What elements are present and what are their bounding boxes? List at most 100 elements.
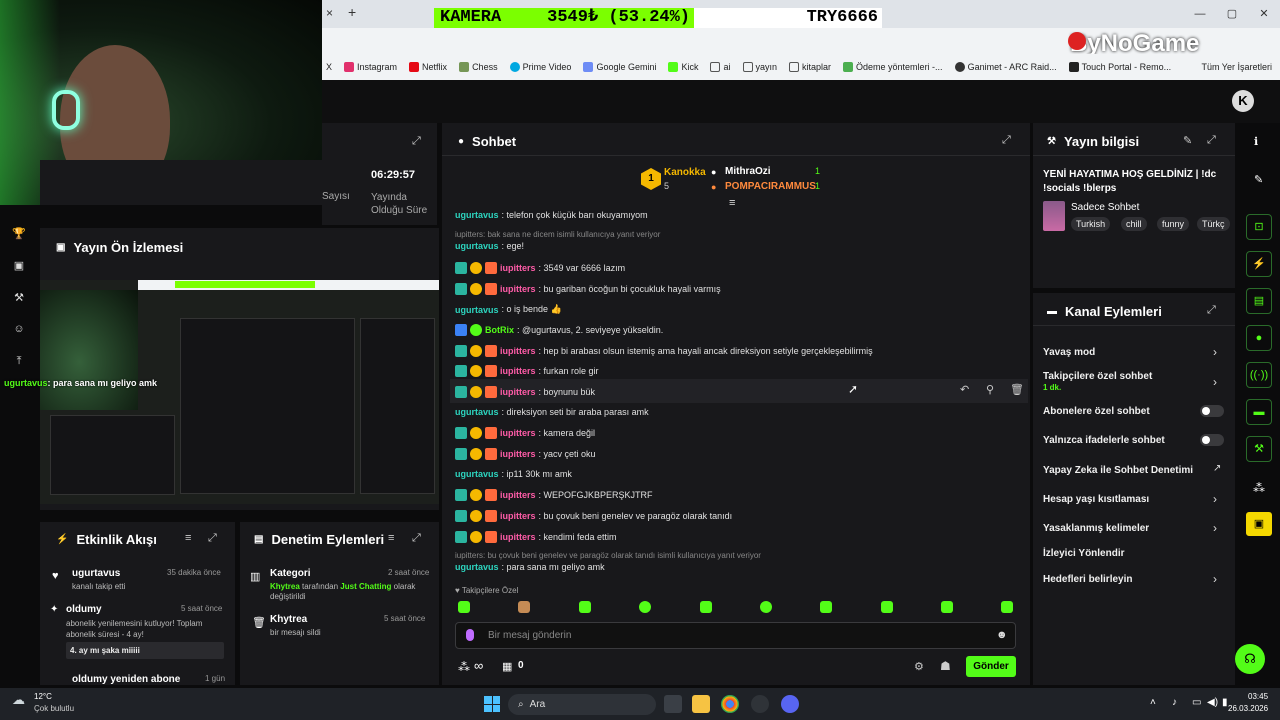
mod-tools-icon[interactable]: ☗ — [940, 659, 951, 673]
activity-user[interactable]: ugurtavus — [72, 568, 120, 579]
action-ai-moderation[interactable]: Yapay Zeka ile Sohbet Denetimi — [1043, 465, 1193, 476]
action-followers-only[interactable]: Takipçilere özel sohbet — [1043, 371, 1152, 382]
action-set-goals[interactable]: Hedefleri belirleyin — [1043, 574, 1132, 585]
filter-icon[interactable]: ≡ — [388, 532, 394, 544]
emote-icon[interactable] — [760, 601, 772, 613]
chevron-right-icon[interactable]: › — [1213, 521, 1217, 535]
chevron-right-icon[interactable]: › — [1213, 492, 1217, 506]
chat-message[interactable]: ugurtavus: direksiyon seti bir araba par… — [455, 407, 649, 417]
clapper-button[interactable]: ▣ — [1246, 512, 1272, 536]
bookmark-touch-portal[interactable]: Touch Portal - Remo... — [1068, 62, 1171, 72]
clock-time[interactable]: 03:45 — [1248, 692, 1268, 701]
emote-icon[interactable] — [820, 601, 832, 613]
info-icon[interactable]: ℹ — [1254, 135, 1258, 148]
action-raid-viewers[interactable]: İzleyici Yönlendir — [1043, 548, 1125, 559]
points-icon[interactable]: ⁂ — [458, 660, 470, 674]
support-headset-button[interactable]: ☊ — [1235, 644, 1265, 674]
chat-message[interactable]: iupitters: bu gariban öcoğun bi çocukluk… — [455, 283, 721, 295]
pin-icon[interactable]: ⚲ — [986, 383, 994, 396]
send-button[interactable]: Gönder — [966, 656, 1016, 677]
bookmark-folder-yayin[interactable]: yayın — [742, 62, 777, 72]
document-button[interactable]: ▤ — [1246, 288, 1272, 314]
delete-icon[interactable]: 🗑 — [1010, 383, 1024, 396]
discord-icon[interactable] — [781, 695, 799, 713]
action-subscribers-only[interactable]: Abonelere özel sohbet — [1043, 406, 1150, 417]
tray-chevron-icon[interactable]: ˄ — [1150, 697, 1156, 708]
chat-message[interactable]: BotRix: @ugurtavus, 2. seviyeye yükseldi… — [455, 324, 663, 336]
chevron-right-icon[interactable]: › — [1213, 345, 1217, 359]
leader-name[interactable]: MithraOzi — [725, 166, 771, 177]
chat-input[interactable]: Bir mesaj gönderin ☻ — [455, 622, 1016, 649]
expand-icon[interactable]: ⤢ — [1002, 134, 1011, 147]
emote-icon[interactable] — [941, 601, 953, 613]
close-window-button[interactable]: ✕ — [1248, 0, 1280, 28]
bookmark-odeme[interactable]: Ödeme yöntemleri -... — [843, 62, 943, 72]
activity-user[interactable]: oldumy — [66, 604, 102, 615]
mic-tray-icon[interactable]: ♪ — [1172, 697, 1177, 708]
task-view-icon[interactable] — [664, 695, 682, 713]
chat-message[interactable]: iupitters: kendimi feda ettim — [455, 531, 617, 543]
tag-chip[interactable]: Turkish — [1071, 217, 1111, 231]
trophy-icon[interactable]: 🏆 — [12, 227, 26, 241]
expand-icon[interactable]: ⤢ — [412, 532, 421, 545]
file-explorer-icon[interactable] — [692, 695, 710, 713]
bookmark-netflix[interactable]: Netflix — [409, 62, 447, 72]
video-icon[interactable]: ▣ — [12, 259, 26, 273]
mod-title[interactable]: Khytrea — [270, 614, 307, 625]
network-icon[interactable]: ▭ — [1192, 697, 1201, 708]
users-icon[interactable]: ☺ — [12, 323, 26, 337]
chat-message[interactable]: iupitters: kamera değil — [455, 427, 595, 439]
bookmark-ganimet[interactable]: Ganimet - ARC Raid... — [954, 62, 1057, 72]
emoji-icon[interactable]: ☻ — [996, 629, 1008, 641]
kick-logo-button[interactable]: K — [1232, 90, 1254, 112]
bookmark-chess[interactable]: Chess — [459, 62, 498, 72]
weather-temp[interactable]: 12°C — [34, 692, 52, 701]
minimize-button[interactable]: — — [1184, 0, 1216, 28]
chat-message[interactable]: ugurtavus: ege! — [455, 241, 524, 251]
bookmark-folder-ai[interactable]: ai — [710, 62, 731, 72]
taskbar-search[interactable]: ⌕ Ara — [508, 694, 656, 715]
upload-icon[interactable]: ⤒ — [12, 355, 26, 369]
edit-pencil-icon[interactable]: ✎ — [1183, 134, 1192, 147]
bookmark-gemini[interactable]: Google Gemini — [583, 62, 656, 72]
chat-message[interactable]: ugurtavus: para sana mı geliyo amk — [455, 562, 605, 572]
action-emotes-only[interactable]: Yalnızca ifadelerle sohbet — [1043, 435, 1165, 446]
microphone-icon[interactable] — [466, 629, 474, 641]
chat-message[interactable]: ugurtavus: o iş bende 👍 — [455, 304, 562, 315]
bookmark-folder-kitaplar[interactable]: kitaplar — [789, 62, 831, 72]
stream-preview-video[interactable] — [40, 280, 439, 504]
filter-icon[interactable]: ≡ — [185, 532, 191, 544]
chat-message[interactable]: iupitters: bu çovuk beni genelev ve para… — [455, 510, 732, 522]
chat-message[interactable]: ugurtavus: telefon çok küçük barı okuyam… — [455, 210, 648, 220]
chat-message[interactable]: iupitters: 3549 var 6666 lazım — [455, 262, 625, 274]
bookmark-x[interactable]: X — [326, 62, 332, 72]
activity-user[interactable]: oldumy yeniden abone — [72, 674, 180, 685]
start-button[interactable] — [484, 696, 500, 712]
weather-text[interactable]: Çok bulutlu — [34, 704, 74, 713]
emote-icon[interactable] — [458, 601, 470, 613]
chat-message[interactable]: iupitters: furkan role gir — [455, 365, 599, 377]
chat-message[interactable]: ugurtavus: ip11 30k mı amk — [455, 469, 572, 479]
bookmark-instagram[interactable]: Instagram — [344, 62, 397, 72]
tab-close-icon[interactable]: × — [326, 6, 333, 20]
wrench-icon[interactable]: ⚒ — [12, 291, 26, 305]
emote-icon[interactable] — [579, 601, 591, 613]
chat-message[interactable]: iupitters: hep bi arabası olsun istemiş … — [455, 345, 873, 357]
chrome-icon[interactable] — [721, 695, 739, 713]
emote-icon[interactable] — [518, 601, 530, 613]
chat-message[interactable]: iupitters: yacv çeti oku — [455, 448, 596, 460]
action-slow-mode[interactable]: Yavaş mod — [1043, 347, 1095, 358]
action-account-age[interactable]: Hesap yaşı kısıtlaması — [1043, 494, 1149, 505]
emote-icon[interactable] — [700, 601, 712, 613]
leader-name[interactable]: Kanokka — [664, 167, 706, 178]
new-tab-icon[interactable]: + — [348, 4, 356, 20]
address-bar[interactable]: ByNoGame — [322, 28, 1280, 57]
collapse-leaderboard-icon[interactable]: ≡ — [729, 197, 735, 209]
maximize-button[interactable]: ▢ — [1216, 0, 1248, 28]
chevron-right-icon[interactable]: › — [1213, 572, 1217, 586]
battery-icon[interactable]: ▮ — [1222, 697, 1228, 708]
tag-chip[interactable]: Türkç — [1197, 217, 1230, 231]
volume-icon[interactable]: ◀) — [1207, 697, 1218, 708]
emote-icon[interactable] — [639, 601, 651, 613]
all-bookmarks[interactable]: Tüm Yer İşaretleri — [1201, 62, 1280, 72]
